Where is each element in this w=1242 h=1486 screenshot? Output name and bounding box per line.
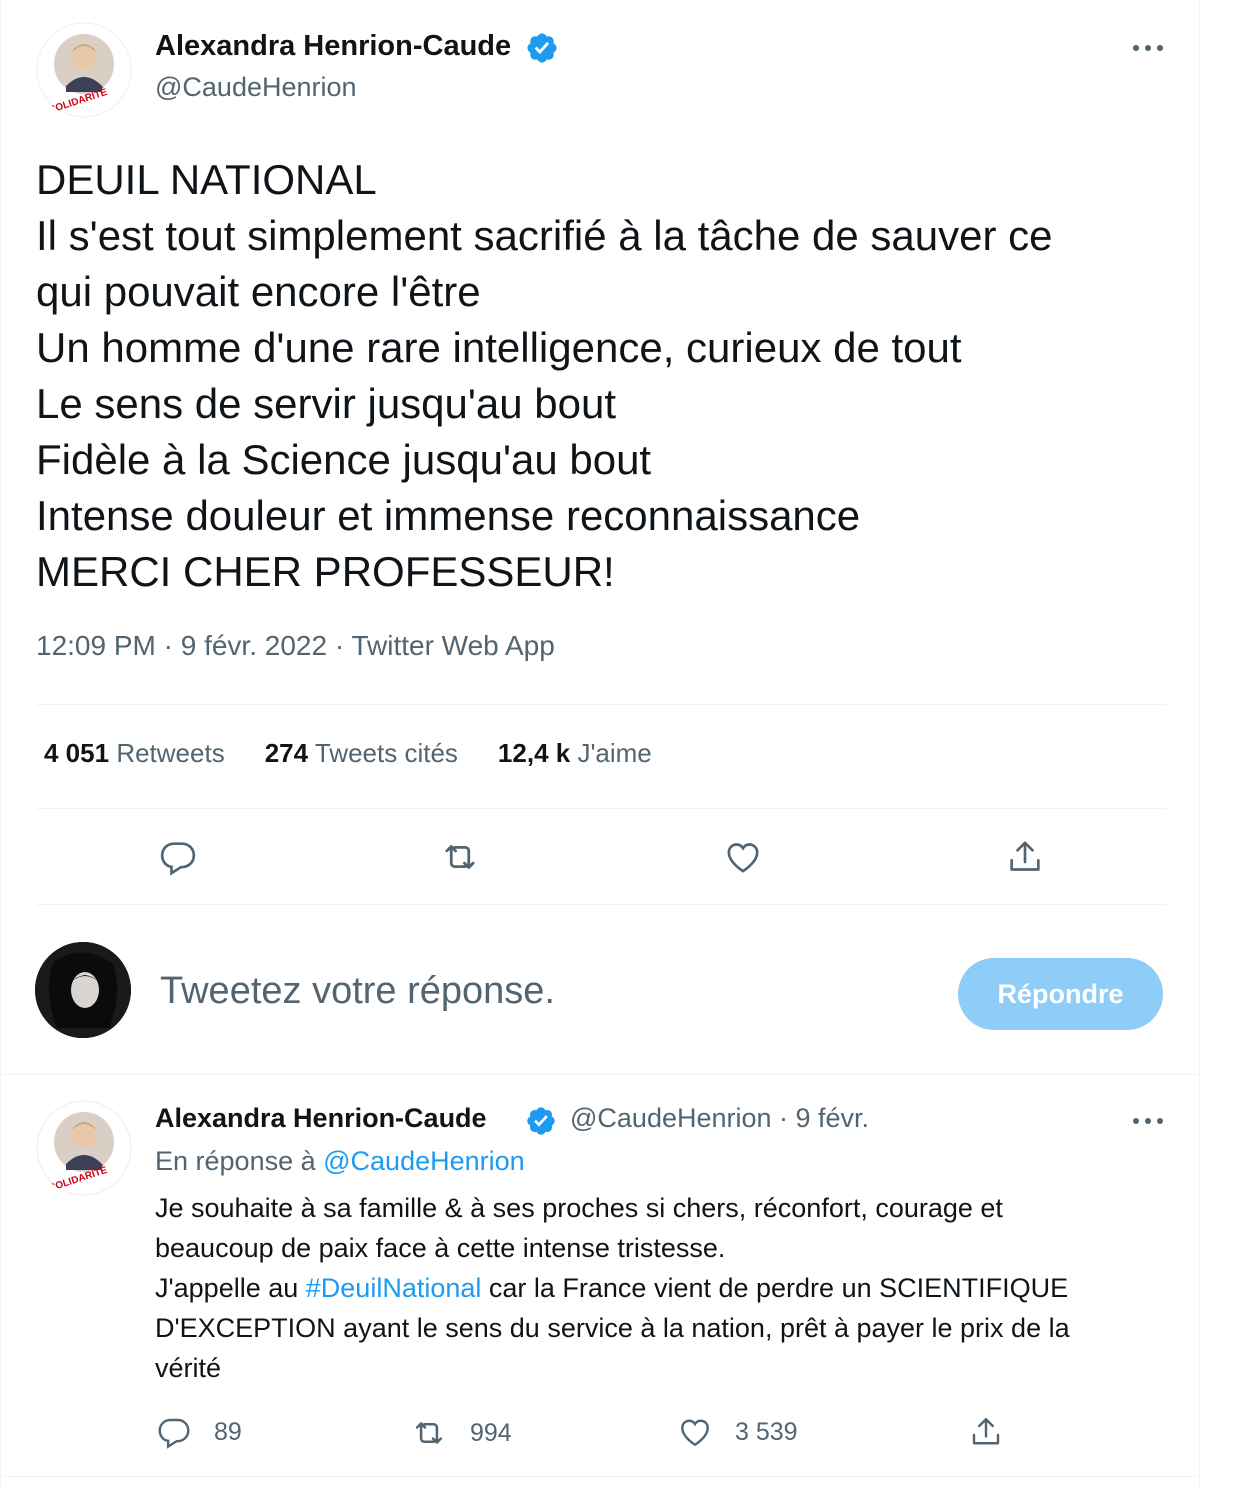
tweet-line: Le sens de servir jusqu'au bout [36,380,617,427]
reply-line-text: car la France vient de perdre un SCIENTI… [481,1273,1069,1303]
in-reply-to-handle-link[interactable]: @CaudeHenrion [323,1146,525,1176]
like-button[interactable] [719,833,767,881]
reply-button[interactable] [154,833,202,881]
tweet-line: Un homme d'une rare intelligence, curieu… [36,324,962,371]
in-reply-to-prefix: En réponse à [155,1146,324,1176]
likes-stat[interactable]: 12,4 k J'aime [498,738,652,769]
reply-share-button[interactable] [968,1414,1004,1450]
quotes-stat[interactable]: 274 Tweets cités [265,738,458,769]
reply-line-text: J'appelle au [155,1273,306,1303]
tweet-line: Fidèle à la Science jusqu'au bout [36,436,652,483]
tweet-stats: 4 051 Retweets 274 Tweets cités 12,4 k J… [44,738,652,769]
more-options-button[interactable] [1128,28,1168,68]
share-icon [972,1418,1000,1445]
hashtag-link[interactable]: #DeuilNational [306,1273,482,1303]
like-icon [681,1419,709,1447]
tweet-line: qui pouvait encore l'être [36,268,481,315]
section-separator [1,1476,1199,1477]
share-icon [1010,841,1040,871]
frame-border-right [1199,0,1200,1486]
tweet-line: DEUIL NATIONAL [36,156,377,203]
tweet-timestamp[interactable]: 12:09 PM · 9 févr. 2022 · Twitter Web Ap… [36,630,555,662]
tweet-line: Il s'est tout simplement sacrifié à la t… [36,212,1053,259]
author-name[interactable]: Alexandra Henrion-Caude [155,30,511,63]
reply-icon [160,842,196,876]
more-icon [1133,1118,1163,1124]
divider [36,808,1166,809]
reply-like-button[interactable]: 3 539 [677,1414,798,1450]
retweets-count: 4 051 [44,738,110,768]
retweet-button[interactable] [436,833,484,881]
reply-line: Je souhaite à sa famille & à ses proches… [155,1193,1003,1223]
reply-input[interactable]: Tweetez votre réponse. [160,970,555,1013]
share-button[interactable] [1001,833,1049,881]
divider [36,704,1166,705]
submit-reply-button[interactable]: Répondre [958,958,1163,1030]
likes-label: J'aime [577,738,652,768]
tweet-text: DEUIL NATIONAL Il s'est tout simplement … [36,152,1176,600]
current-user-avatar[interactable] [35,942,131,1038]
divider [36,904,1166,905]
tweet-line: MERCI CHER PROFESSEUR! [36,548,615,595]
likes-count: 12,4 k [497,738,571,768]
like-icon [727,843,759,873]
section-separator [1,1074,1199,1075]
reply-line: vérité [155,1353,222,1383]
author-handle[interactable]: @CaudeHenrion [155,72,357,103]
reply-line: D'EXCEPTION ayant le sens du service à l… [155,1313,1070,1343]
retweets-label: Retweets [116,738,225,768]
retweet-icon [415,1422,443,1444]
like-count: 3 539 [735,1417,798,1446]
retweet-count: 994 [470,1418,512,1447]
quotes-count: 274 [264,738,309,768]
current-user-avatar-image [35,942,131,1038]
reply-author-avatar[interactable]: SOLIDARITÉ [36,1100,132,1196]
reply-retweet-button[interactable]: 994 [410,1414,512,1452]
reply-line: J'appelle au #DeuilNational car la Franc… [155,1268,1175,1308]
reply-text: Je souhaite à sa famille & à ses proches… [155,1188,1175,1388]
verified-badge-icon [527,33,557,63]
reply-handle-date[interactable]: @CaudeHenrion · 9 févr. [570,1103,869,1134]
tweet-line: Intense douleur et immense reconnaissanc… [36,492,861,539]
reply-more-options-button[interactable] [1128,1101,1168,1141]
in-reply-to: En réponse à @CaudeHenrion [155,1146,525,1177]
retweets-stat[interactable]: 4 051 Retweets [44,738,225,769]
reply-icon [158,1418,190,1449]
reply-reply-button[interactable]: 89 [156,1414,242,1450]
verified-badge-icon [527,1107,555,1135]
frame-border-left [0,0,1,1486]
retweet-icon [445,845,475,869]
author-avatar[interactable]: SOLIDARITÉ [36,22,132,118]
quotes-label: Tweets cités [314,738,458,768]
more-icon [1133,45,1163,51]
reply-line: beaucoup de paix face à cette intense tr… [155,1233,726,1263]
reply-author-name[interactable]: Alexandra Henrion-Caude [155,1103,487,1134]
reply-count: 89 [214,1417,242,1446]
